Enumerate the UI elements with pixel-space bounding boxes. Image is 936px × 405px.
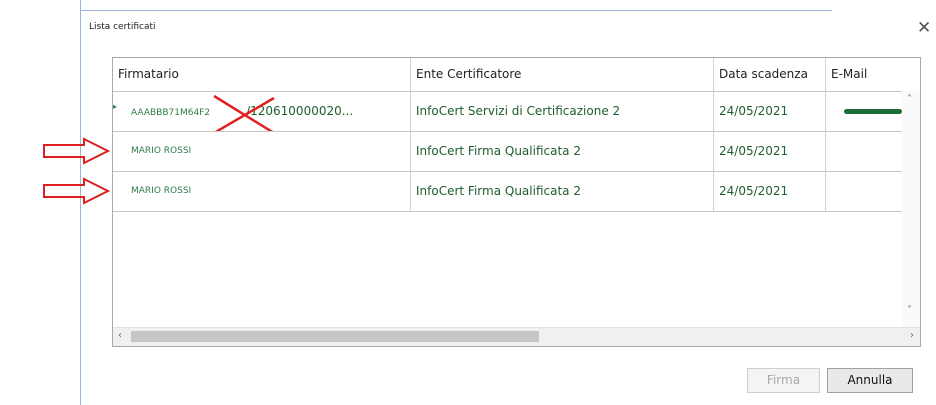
column-header-email[interactable]: E-Mail [826,58,902,91]
close-icon[interactable]: ✕ [917,20,931,37]
scroll-down-icon[interactable]: ˅ [907,305,912,316]
vertical-scrollbar[interactable]: ˄ ˅ [903,91,920,328]
red-arrow-annotation-icon [43,137,111,165]
column-header-firmatario[interactable]: Firmatario [113,58,411,91]
scroll-up-icon[interactable]: ˄ [907,94,912,105]
table-header: Firmatario Ente Certificatore Data scade… [113,58,902,92]
red-cross-annotation-icon [213,94,275,131]
certificate-table: Firmatario Ente Certificatore Data scade… [112,57,921,347]
table-row[interactable]: ▸ AAABBB71M64F2/120610000020... InfoCert… [113,92,902,132]
cell-firmatario: AAABBB71M64F2/120610000020... [113,92,411,131]
cell-firmatario: MARIO ROSSI [113,132,411,171]
red-arrow-annotation-icon [43,177,111,205]
cell-scadenza: 24/05/2021 [714,172,826,211]
cell-ente: InfoCert Firma Qualificata 2 [411,172,714,211]
cell-firmatario: MARIO ROSSI [113,172,411,211]
cell-email [826,132,902,171]
window-top-border [80,10,832,11]
cell-scadenza: 24/05/2021 [714,92,826,131]
table-row[interactable]: MARIO ROSSI InfoCert Firma Qualificata 2… [113,132,902,172]
cell-email [826,92,902,131]
firmatario-text: AAABBB71M64F2 [131,108,211,118]
column-header-ente[interactable]: Ente Certificatore [411,58,714,91]
dialog-title: Lista certificati [89,22,156,32]
table-row[interactable]: MARIO ROSSI InfoCert Firma Qualificata 2… [113,172,902,212]
horizontal-scrollbar[interactable]: ‹ › [113,327,920,346]
cell-ente: InfoCert Servizi di Certificazione 2 [411,92,714,131]
email-redaction-mark [844,109,902,114]
cell-ente: InfoCert Firma Qualificata 2 [411,132,714,171]
horizontal-scroll-thumb[interactable] [131,331,539,342]
annulla-button[interactable]: Annulla [827,368,913,393]
scroll-right-icon[interactable]: › [910,330,914,341]
column-header-scadenza[interactable]: Data scadenza [714,58,826,91]
firma-button[interactable]: Firma [747,368,820,393]
scroll-left-icon[interactable]: ‹ [118,330,122,341]
cell-email [826,172,902,211]
cell-scadenza: 24/05/2021 [714,132,826,171]
